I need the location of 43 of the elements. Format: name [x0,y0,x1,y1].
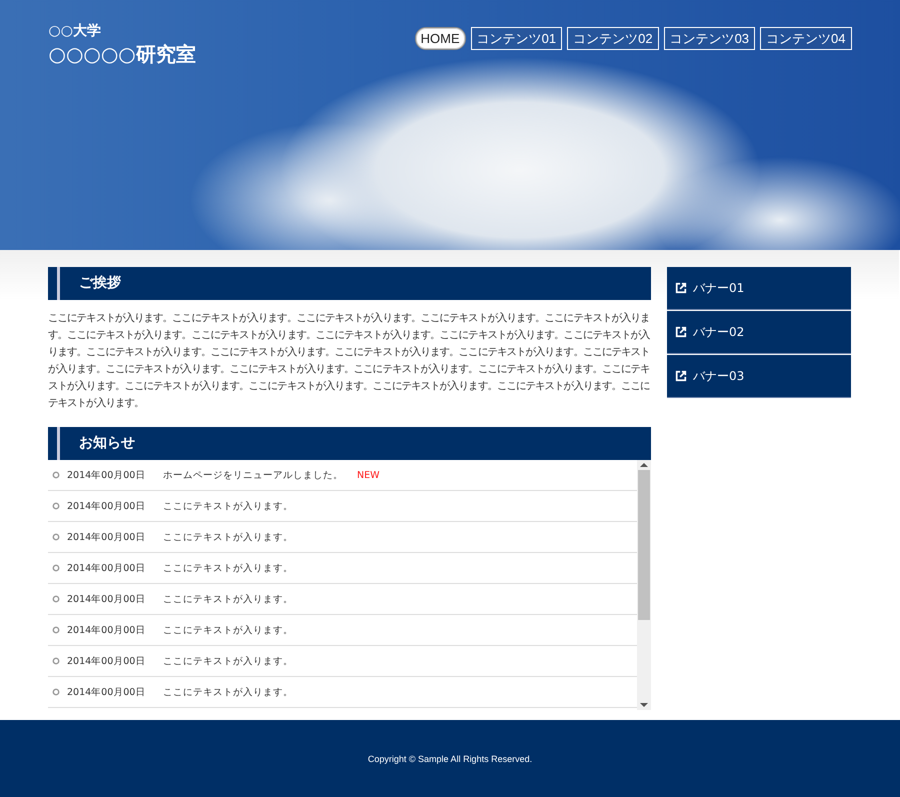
banner-link[interactable]: バナー01 [667,267,851,310]
news-date: 2014年00月00日 [67,654,146,668]
circle-bullet-icon [52,657,60,665]
section-heading: お知らせ [48,427,651,460]
circle-bullet-icon [52,502,60,510]
news-date: 2014年00月00日 [67,686,146,698]
banner-link[interactable]: バナー02 [667,311,851,354]
banner-link[interactable]: バナー03 [667,355,851,398]
circle-bullet-icon [52,595,60,603]
circle-bullet-icon [52,688,60,696]
news-text: ここにテキストが入ります。 [163,562,293,574]
news-date: 2014年00月00日 [67,468,146,482]
news-text: ホームページをリニューアルしました。 [163,468,343,482]
news-text: ここにテキストが入ります。 [163,624,293,636]
news-text: ここにテキストが入ります。 [163,500,293,512]
news-text: ここにテキストが入ります。 [163,592,293,606]
news-date: 2014年00月00日 [67,562,146,574]
circle-bullet-icon [52,564,60,572]
section-heading: ご挨拶 [48,267,651,300]
copyright-text: Copyright © Sample All Rights Reserved. [368,754,532,764]
news-date: 2014年00月00日 [67,530,146,544]
university-name: ○○大学 [48,22,102,40]
circle-bullet-icon [52,533,60,541]
scrollbar[interactable] [637,460,651,710]
news-date: 2014年00月00日 [67,592,146,606]
external-link-icon [675,370,687,382]
nav-link[interactable]: コンテンツ04 [760,27,852,50]
news-text: ここにテキストが入ります。 [163,654,293,668]
circle-bullet-icon [52,471,60,479]
news-date: 2014年00月00日 [67,500,146,512]
news-date: 2014年00月00日 [67,624,146,636]
external-link-icon [675,282,687,294]
news-text: ここにテキストが入ります。 [163,530,293,544]
nav-link[interactable]: コンテンツ01 [470,27,562,50]
nav-link[interactable]: コンテンツ03 [664,27,756,50]
circle-bullet-icon [52,626,60,634]
nav-link[interactable]: コンテンツ02 [567,27,659,50]
lab-name: ○○○○○研究室 [48,41,196,68]
external-link-icon [675,326,687,338]
greeting-text: ここにテキストが入ります。ここにテキストが入ります。ここにテキストが入ります。ここにテキストが入ります。ここにテキストが入ります。ここにテキストが入ります。ここにテキストが入ります。ここにテキストが入ります。ここにテキストが入ります。ここにテキストが入ります。ここにテキストが入ります。ここにテキストが入ります。ここにテキストが入ります。ここにテキストが入ります。ここにテキストが入ります。ここにテキストが入ります。ここにテキストが入ります。ここにテキストが入ります。ここにテキストが入ります。ここにテキストが入ります。ここにテキストが入ります。ここにテキストが入ります。ここにテキストが入ります。ここにテキストが入ります。ここにテキストが入ります。 [48,311,651,411]
news-text: ここにテキストが入ります。 [163,686,293,698]
nav-link[interactable]: HOME [414,27,466,50]
new-label: NEW [357,470,380,480]
